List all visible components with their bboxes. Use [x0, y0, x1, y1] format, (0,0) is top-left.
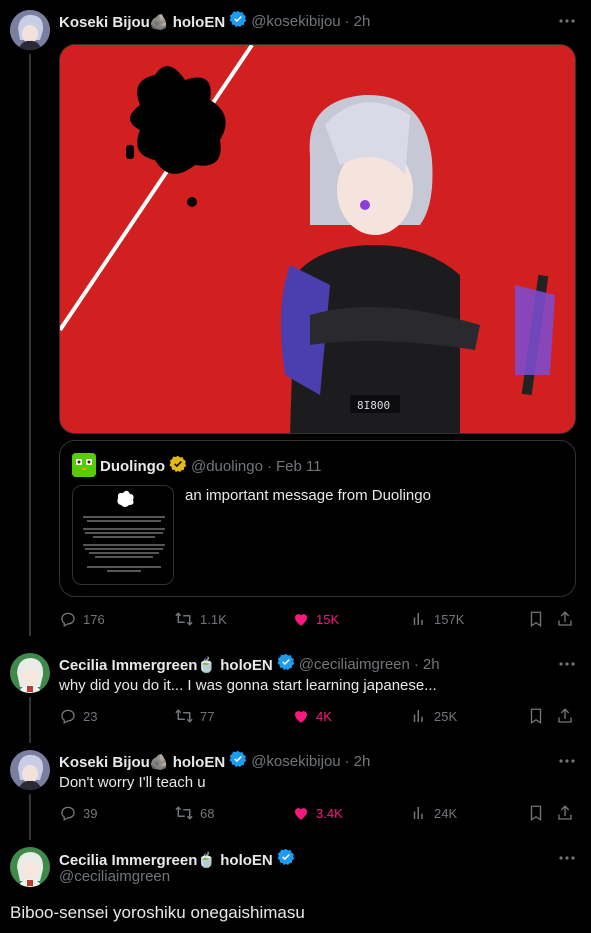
like-count: 15K [316, 611, 340, 627]
post-text: Biboo-sensei yoroshiku onegaishimasu [10, 903, 305, 922]
heart-icon [295, 808, 307, 820]
bookmark-icon [530, 708, 542, 725]
separator-dot: · [266, 458, 272, 475]
verified-icon [277, 848, 295, 871]
bookmark-icon [530, 805, 542, 822]
reply-count: 39 [83, 805, 98, 821]
reply-count: 23 [83, 708, 98, 724]
more-icon[interactable] [558, 655, 576, 673]
heart-icon [295, 614, 307, 626]
share-icon [558, 708, 572, 723]
like-count: 4K [316, 708, 332, 724]
quoted-post[interactable]: Duolingo @duolingo · Feb 11 an important… [59, 440, 576, 597]
display-name[interactable]: Cecilia Immergreen🍵 holoEN [59, 656, 273, 674]
separator-dot: · [413, 656, 419, 673]
quoted-handle[interactable]: @duolingo [191, 458, 263, 475]
like-button[interactable]: 3.4K [292, 804, 343, 822]
views-icon [413, 807, 423, 819]
bookmark-button[interactable] [527, 804, 545, 822]
duolingo-avatar[interactable] [72, 453, 96, 477]
reply-button[interactable]: 39 [59, 804, 97, 822]
views-button[interactable]: 24K [410, 804, 457, 822]
handle[interactable]: @kosekibijou [251, 13, 340, 30]
display-name[interactable]: Cecilia Immergreen🍵 holoEN [59, 851, 273, 869]
reply-icon [61, 709, 75, 724]
handle[interactable]: @kosekibijou [251, 753, 340, 770]
share-icon [558, 805, 572, 820]
like-count: 3.4K [316, 805, 343, 821]
quoted-timestamp[interactable]: Feb 11 [276, 458, 322, 475]
handle[interactable]: @ceciliaimgreen [299, 656, 410, 673]
separator-dot: · [344, 753, 350, 770]
like-button[interactable]: 15K [292, 610, 339, 628]
reply-count: 176 [83, 611, 105, 627]
verified-icon [229, 750, 247, 773]
display-name[interactable]: Koseki Bijou🪨 holoEN [59, 13, 225, 31]
views-icon [413, 613, 423, 625]
share-button[interactable] [556, 610, 574, 628]
post-text: why did you do it... I was gonna start l… [59, 677, 437, 694]
separator-dot: · [344, 13, 350, 30]
avatar[interactable] [10, 750, 50, 790]
views-icon [413, 710, 423, 722]
avatar[interactable] [10, 847, 50, 887]
reply-button[interactable]: 23 [59, 707, 97, 725]
reply-button[interactable]: 176 [59, 610, 105, 628]
repost-icon [175, 806, 193, 820]
reply-icon [61, 806, 75, 821]
repost-button[interactable]: 68 [174, 804, 214, 822]
more-icon[interactable] [558, 849, 576, 867]
repost-count: 68 [200, 805, 215, 821]
views-count: 24K [434, 805, 458, 821]
quoted-text: an important message from Duolingo [185, 487, 431, 504]
repost-button[interactable]: 1.1K [174, 610, 227, 628]
timestamp[interactable]: 2h [354, 753, 371, 770]
views-button[interactable]: 157K [410, 610, 464, 628]
share-button[interactable] [556, 804, 574, 822]
share-button[interactable] [556, 707, 574, 725]
action-bar: 39 68 3.4K 24K [59, 804, 576, 824]
quoted-display-name[interactable]: Duolingo [100, 458, 165, 475]
avatar[interactable] [10, 653, 50, 693]
thread-line [29, 794, 31, 840]
bookmark-button[interactable] [527, 707, 545, 725]
repost-count: 1.1K [200, 611, 227, 627]
verified-gold-icon [169, 455, 187, 478]
bookmark-icon [530, 611, 542, 628]
svg-text:8I800: 8I800 [357, 399, 390, 412]
avatar[interactable] [10, 10, 50, 50]
views-count: 25K [434, 708, 458, 724]
handle[interactable]: @ceciliaimgreen [59, 868, 170, 885]
repost-count: 77 [200, 708, 215, 724]
action-bar: 176 1.1K 15K 157K [59, 610, 576, 630]
post-text: Don't worry I'll teach u [59, 774, 206, 791]
action-bar: 23 77 4K 25K [59, 707, 576, 727]
timestamp[interactable]: 2h [423, 656, 440, 673]
heart-icon [295, 711, 307, 723]
thread-line [29, 54, 31, 636]
display-name[interactable]: Koseki Bijou🪨 holoEN [59, 753, 225, 771]
post-media-image[interactable]: 8I800 [59, 44, 576, 434]
repost-icon [175, 709, 193, 723]
reply-icon [61, 612, 75, 627]
repost-button[interactable]: 77 [174, 707, 214, 725]
quoted-media-thumbnail[interactable] [72, 485, 174, 585]
like-button[interactable]: 4K [292, 707, 332, 725]
verified-icon [229, 10, 247, 33]
bookmark-button[interactable] [527, 610, 545, 628]
views-button[interactable]: 25K [410, 707, 457, 725]
more-icon[interactable] [558, 752, 576, 770]
timestamp[interactable]: 2h [354, 13, 371, 30]
share-icon [558, 611, 572, 626]
verified-icon [277, 653, 295, 676]
views-count: 157K [434, 611, 465, 627]
more-icon[interactable] [558, 12, 576, 30]
repost-icon [175, 612, 193, 626]
thread-line [29, 697, 31, 743]
